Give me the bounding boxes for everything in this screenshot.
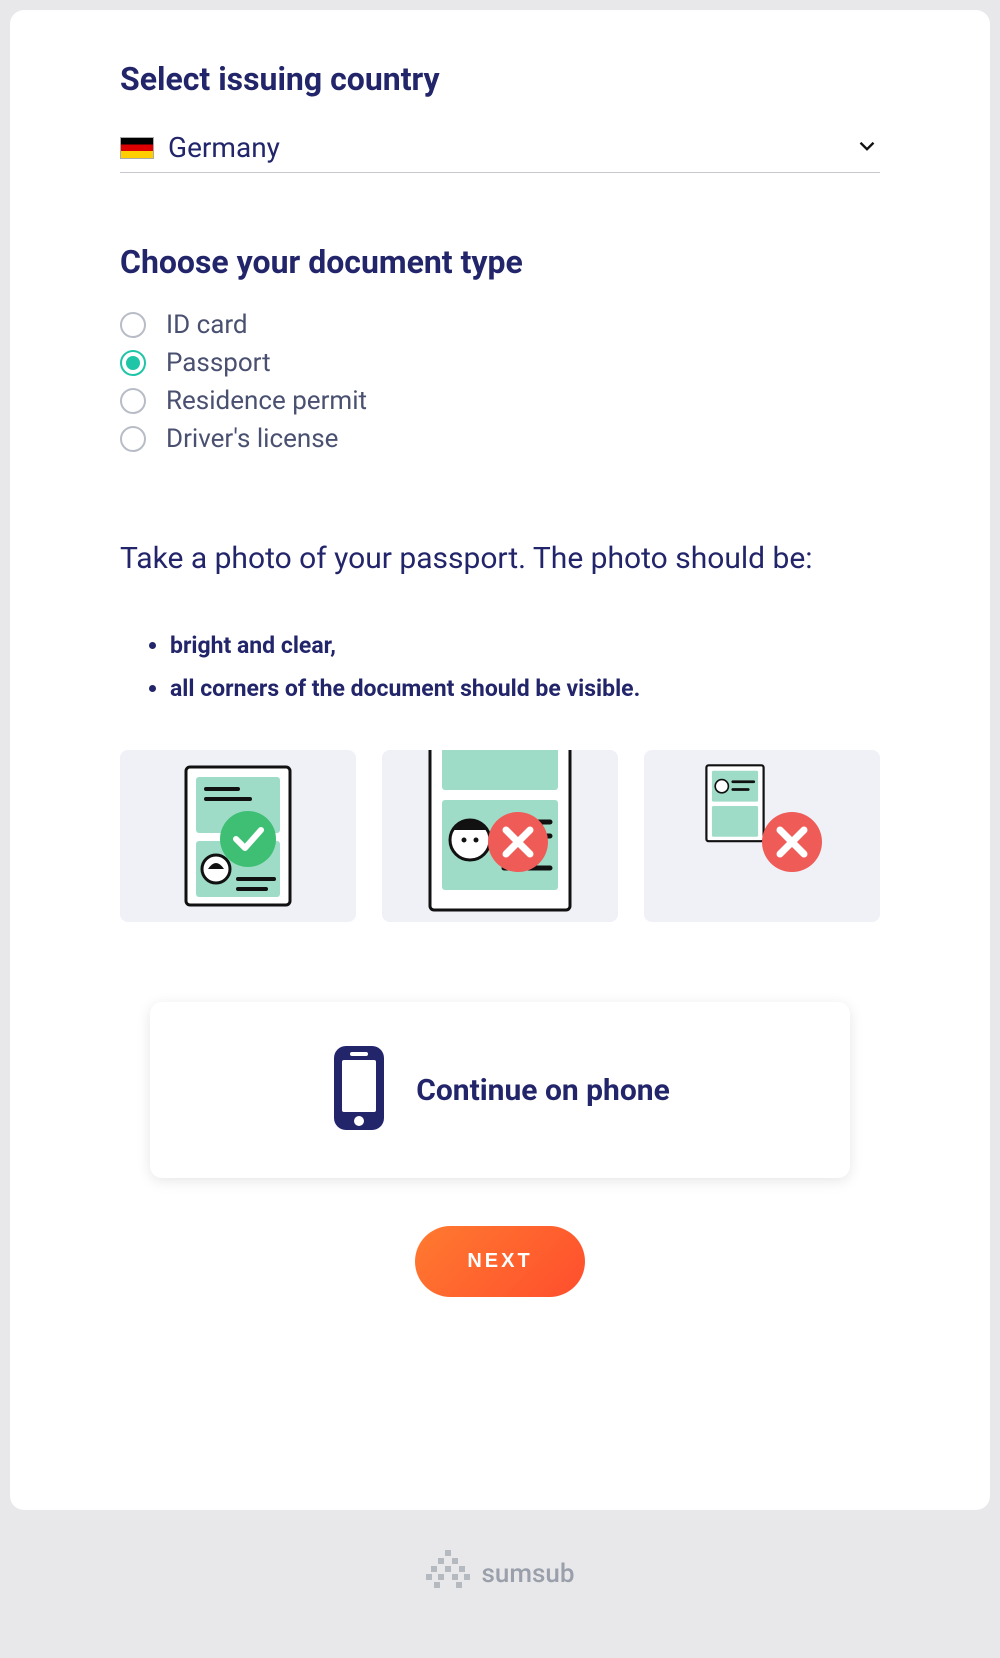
- radio-icon: [120, 312, 146, 338]
- country-selected: Germany: [120, 131, 280, 164]
- doctype-label: Passport: [166, 348, 271, 378]
- sumsub-logo-icon: [426, 1550, 470, 1597]
- doctype-option-passport[interactable]: Passport: [120, 344, 880, 382]
- doctype-label: Residence permit: [166, 386, 367, 416]
- doctype-group: ID card Passport Residence permit Driver…: [120, 306, 880, 458]
- country-title: Select issuing country: [120, 60, 880, 98]
- radio-icon: [120, 350, 146, 376]
- continue-label: Continue on phone: [416, 1073, 670, 1108]
- example-cropped-bad: [382, 750, 618, 922]
- radio-icon: [120, 388, 146, 414]
- flag-de-icon: [120, 137, 154, 159]
- footer-brand: sumsub: [10, 1550, 990, 1597]
- next-button[interactable]: NEXT: [415, 1226, 584, 1297]
- doctype-option-drivers-license[interactable]: Driver's license: [120, 420, 880, 458]
- requirement-item: all corners of the document should be vi…: [170, 667, 880, 710]
- doctype-option-id-card[interactable]: ID card: [120, 306, 880, 344]
- radio-icon: [120, 426, 146, 452]
- footer-brand-text: sumsub: [482, 1559, 575, 1589]
- country-select[interactable]: Germany: [120, 123, 880, 173]
- examples-row: [120, 750, 880, 922]
- doctype-label: ID card: [166, 310, 248, 340]
- phone-icon: [330, 1042, 388, 1138]
- chevron-down-icon: [854, 133, 880, 163]
- instruction-text: Take a photo of your passport. The photo…: [120, 538, 880, 580]
- doctype-label: Driver's license: [166, 424, 338, 454]
- requirement-item: bright and clear,: [170, 624, 880, 667]
- doctype-option-residence-permit[interactable]: Residence permit: [120, 382, 880, 420]
- example-toosmall-bad: [644, 750, 880, 922]
- country-name: Germany: [168, 131, 280, 164]
- doctype-title: Choose your document type: [120, 243, 880, 281]
- example-good: [120, 750, 356, 922]
- requirements-list: bright and clear, all corners of the doc…: [120, 624, 880, 710]
- continue-on-phone-button[interactable]: Continue on phone: [150, 1002, 850, 1178]
- verification-card: Select issuing country Germany Choose yo…: [10, 10, 990, 1510]
